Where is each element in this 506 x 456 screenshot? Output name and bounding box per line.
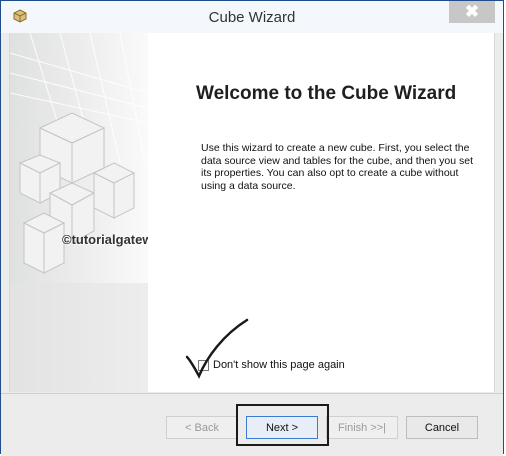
watermark-text: ©tutorialgateway.org: [62, 232, 148, 247]
close-button[interactable]: ✖: [449, 1, 495, 23]
finish-button[interactable]: Finish >>|: [326, 416, 398, 439]
wizard-content: ©tutorialgateway.org Welcome to the Cube…: [9, 33, 495, 392]
next-highlight-annotation: [236, 404, 329, 446]
title-bar[interactable]: Cube Wizard ✖: [1, 1, 503, 33]
cube-graphic: [10, 33, 148, 392]
side-banner-image: ©tutorialgateway.org: [10, 33, 148, 392]
checkmark-annotation-icon: [185, 318, 249, 379]
cancel-button[interactable]: Cancel: [406, 416, 478, 439]
back-button[interactable]: < Back: [166, 416, 238, 439]
wizard-description: Use this wizard to create a new cube. Fi…: [201, 142, 474, 192]
window-title: Cube Wizard: [208, 9, 296, 26]
close-icon: ✖: [464, 2, 480, 21]
cube-wizard-window: Cube Wizard ✖ ©tutorialgatew Welcome to …: [0, 0, 504, 456]
page-title: Welcome to the Cube Wizard: [196, 83, 457, 104]
